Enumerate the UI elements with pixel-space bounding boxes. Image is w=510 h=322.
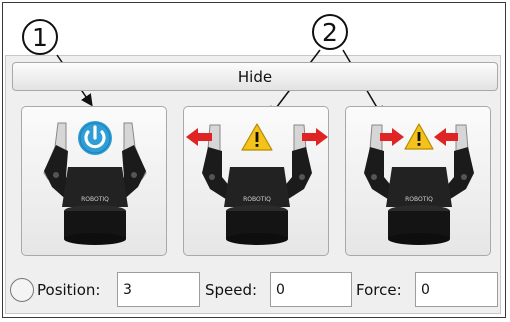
force-input[interactable] bbox=[415, 272, 498, 307]
force-label: Force: bbox=[356, 281, 402, 299]
gripper-brand-label: ROBOTIQ bbox=[405, 196, 433, 203]
power-icon bbox=[78, 121, 112, 155]
position-label: Position: bbox=[37, 281, 101, 299]
arrow-inward-right-icon bbox=[380, 128, 404, 146]
speed-input[interactable] bbox=[270, 272, 352, 307]
hide-button-label: Hide bbox=[237, 67, 273, 86]
open-gripper-button[interactable]: ROBOTIQ bbox=[183, 106, 329, 256]
warning-icon bbox=[404, 123, 434, 150]
callout-2-number: 2 bbox=[322, 17, 338, 47]
gripper-activate-graphic: ROBOTIQ bbox=[43, 121, 147, 245]
gripper-close-graphic: ROBOTIQ bbox=[364, 123, 474, 245]
gripper-brand-label: ROBOTIQ bbox=[81, 196, 109, 203]
callout-1-number: 1 bbox=[32, 22, 48, 52]
gripper-open-graphic: ROBOTIQ bbox=[186, 123, 328, 245]
warning-icon bbox=[241, 123, 273, 151]
arrow-inward-left-icon bbox=[434, 128, 458, 146]
hide-button[interactable]: Hide bbox=[12, 62, 498, 91]
activate-gripper-button[interactable]: ROBOTIQ bbox=[21, 106, 167, 256]
close-gripper-button[interactable]: ROBOTIQ bbox=[345, 106, 491, 256]
speed-label: Speed: bbox=[205, 281, 258, 299]
status-indicator bbox=[10, 278, 34, 302]
callout-1: 1 bbox=[22, 19, 58, 55]
gripper-brand-label: ROBOTIQ bbox=[243, 196, 271, 203]
position-input[interactable] bbox=[117, 272, 200, 307]
callout-2: 2 bbox=[312, 14, 348, 50]
